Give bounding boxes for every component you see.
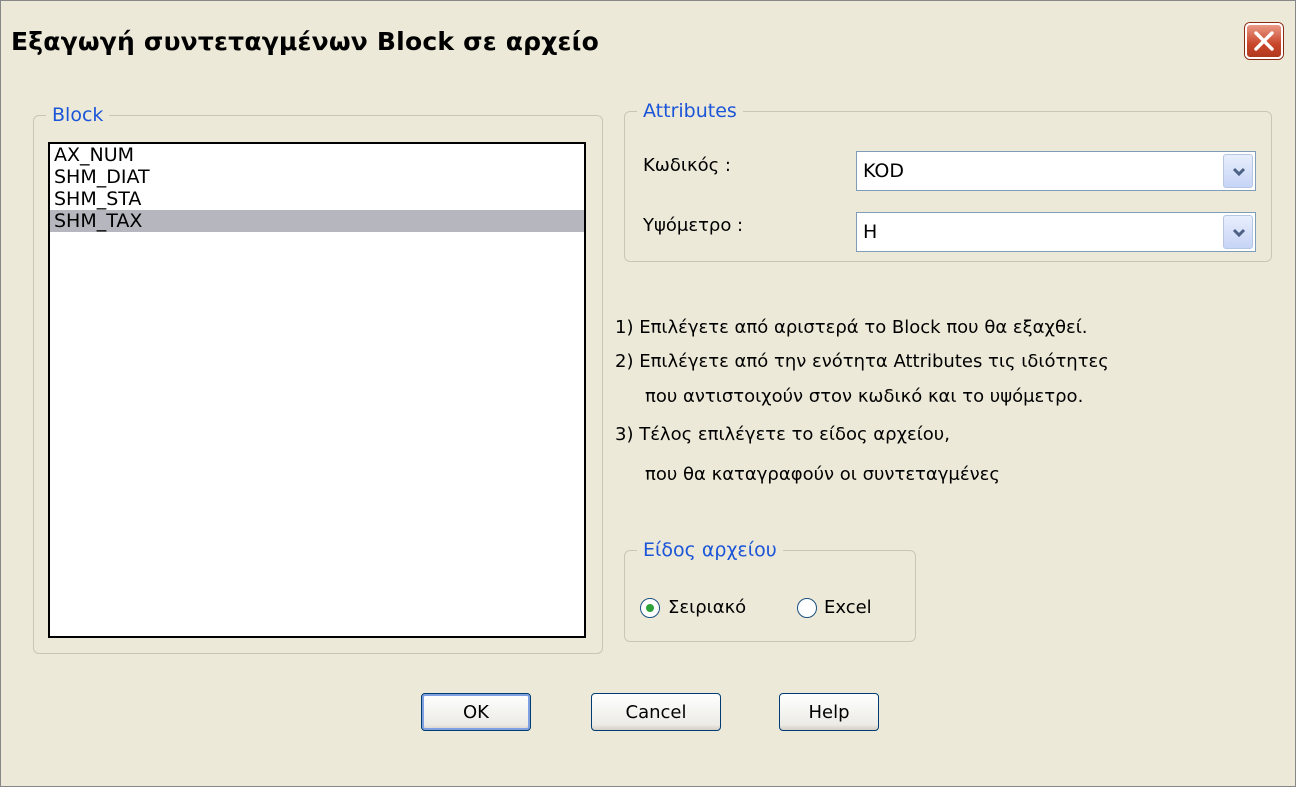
elevation-select-dropdown-button[interactable] <box>1223 215 1253 249</box>
radio-excel-label[interactable]: Excel <box>824 597 872 618</box>
block-list-item[interactable]: SHM_STA <box>50 188 584 210</box>
ok-button[interactable]: OK <box>421 693 531 731</box>
chevron-down-icon <box>1232 167 1246 177</box>
code-label: Κωδικός : <box>643 155 731 176</box>
elevation-select[interactable]: H <box>856 212 1256 252</box>
radio-selected-dot <box>646 604 654 612</box>
instruction-step-3: 3) Τέλος επιλέγετε το είδος αρχείου, <box>615 424 950 445</box>
block-group-legend: Block <box>52 104 104 126</box>
instruction-step-2-cont: που αντιστοιχούν στον κωδικό και το υψόμ… <box>645 386 1084 407</box>
radio-serial[interactable] <box>640 598 660 618</box>
block-list-item[interactable]: AX_NUM <box>50 144 584 166</box>
chevron-down-icon <box>1232 228 1246 238</box>
title-bar: Εξαγωγή συντεταγμένων Block σε αρχείο <box>1 1 1295 85</box>
close-icon <box>1254 31 1274 51</box>
radio-serial-label[interactable]: Σειριακό <box>668 597 746 618</box>
block-list-item-selected[interactable]: SHM_TAX <box>50 210 584 232</box>
instruction-step-3-cont: που θα καταγραφούν οι συντεταγμένες <box>645 464 1000 485</box>
code-select-dropdown-button[interactable] <box>1223 154 1253 188</box>
help-button[interactable]: Help <box>779 693 879 731</box>
close-button[interactable] <box>1245 23 1283 59</box>
window-title: Εξαγωγή συντεταγμένων Block σε αρχείο <box>11 27 599 56</box>
block-listbox[interactable]: AX_NUM SHM_DIAT SHM_STA SHM_TAX <box>48 142 586 638</box>
dialog-window: Εξαγωγή συντεταγμένων Block σε αρχείο Bl… <box>0 0 1296 787</box>
instruction-step-2: 2) Επιλέγετε από την ενότητα Attributes … <box>615 351 1109 372</box>
radio-excel[interactable] <box>797 598 817 618</box>
cancel-button[interactable]: Cancel <box>591 693 721 731</box>
code-select[interactable]: KOD <box>856 151 1256 191</box>
block-list-item[interactable]: SHM_DIAT <box>50 166 584 188</box>
file-type-group: Είδος αρχείου <box>624 539 916 642</box>
elevation-label: Υψόμετρο : <box>643 215 744 236</box>
code-select-value: KOD <box>863 160 905 182</box>
instruction-step-1: 1) Επιλέγετε από αριστερά το Block που θ… <box>615 317 1088 338</box>
attributes-group-legend: Attributes <box>643 100 737 122</box>
elevation-select-value: H <box>863 221 878 243</box>
file-type-group-legend: Είδος αρχείου <box>643 539 777 561</box>
